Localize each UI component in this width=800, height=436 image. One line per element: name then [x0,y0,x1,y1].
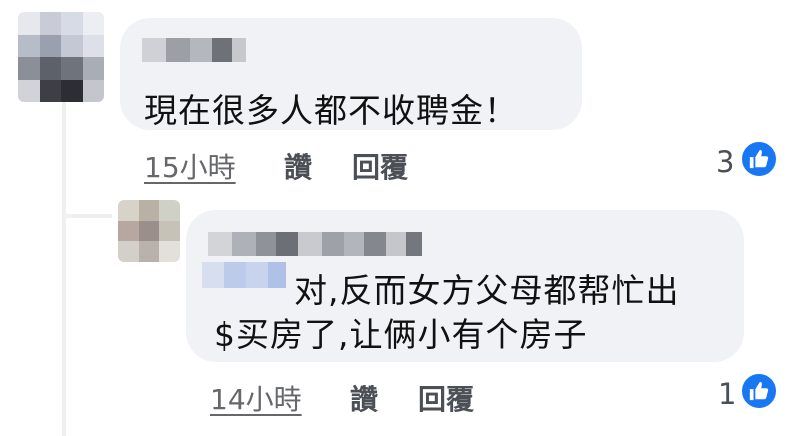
reaction-count[interactable]: 1 [718,377,736,411]
thumbs-up-icon[interactable] [740,372,778,410]
reply-button[interactable]: 回覆 [352,146,408,186]
comment-timestamp[interactable]: 15小時 [144,146,236,186]
avatar[interactable] [118,200,180,262]
like-button[interactable]: 讚 [284,146,312,186]
comment-bubble: 对,反而女方父母都帮忙出 $买房了,让俩小有个房子 [186,210,744,362]
like-button[interactable]: 讚 [350,378,378,418]
mention-tag-blurred[interactable] [202,262,286,288]
reply-button[interactable]: 回覆 [418,378,474,418]
avatar[interactable] [18,12,104,102]
comment-text-line: $买房了,让俩小有个房子 [214,315,588,354]
thumbs-up-icon[interactable] [740,140,778,178]
comment-bubble: 現在很多人都不收聘金！ [120,18,582,130]
comment-timestamp[interactable]: 14小時 [210,378,302,418]
comment-text: 現在很多人都不收聘金！ [144,91,518,130]
author-name-blurred[interactable] [142,38,246,62]
author-name-blurred[interactable] [208,232,422,256]
reaction-count[interactable]: 3 [716,145,734,179]
reply-thread-line [62,96,66,436]
reply-thread-branch [62,214,112,218]
comment-text-line: 对,反而女方父母都帮忙出 [294,271,680,310]
